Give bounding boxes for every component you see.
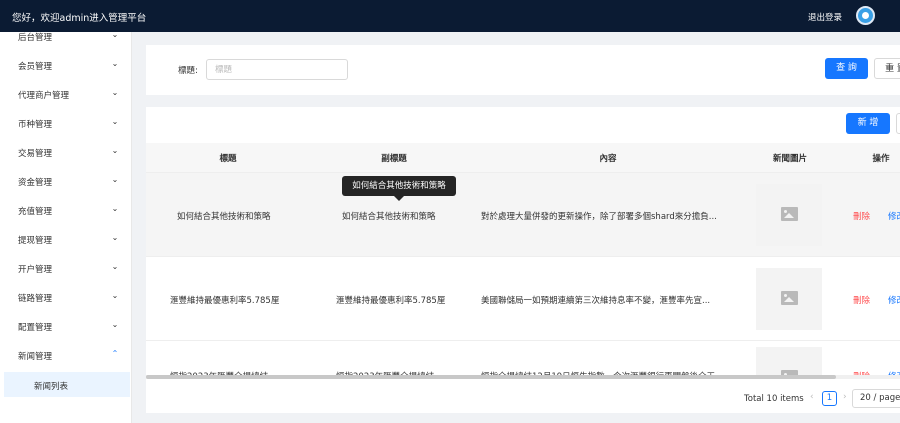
page-size-select[interactable]: 20 / page	[852, 389, 900, 408]
title-tooltip: 如何結合其他技術和策略	[342, 176, 456, 201]
sidebar-item-withdraw[interactable]: 提现管理 ⌄	[0, 225, 131, 254]
title-search-input[interactable]	[206, 59, 348, 80]
sidebar-subitem-news-list[interactable]: 新闻列表	[4, 372, 130, 397]
sidebar-item-label: 充值管理	[18, 207, 53, 217]
welcome-title: 您好，欢迎admin进入管理平台	[12, 13, 147, 24]
news-table-panel: 新 增 標題 副標題 內容 新聞圖片 操作 如何結合其他技術和策略 如何結合其他…	[146, 107, 900, 413]
sidebar-item-label: 代理商户管理	[18, 91, 70, 101]
reset-button[interactable]: 重 置	[874, 58, 900, 79]
cell-title: 滙豐維持最優惠利率5.785厘	[170, 296, 280, 306]
edit-button[interactable]: 修改	[888, 210, 900, 222]
cell-content: 美國聯儲局一如預期連續第三次維持息率不變，滙豐率先宣...	[481, 296, 711, 306]
column-header-content: 內容	[599, 154, 617, 164]
logout-link[interactable]: 退出登录	[808, 11, 842, 23]
chevron-down-icon: ⌄	[111, 204, 119, 213]
chevron-down-icon: ⌄	[111, 32, 119, 39]
column-header-actions: 操作	[872, 154, 890, 164]
image-placeholder-icon	[781, 291, 798, 305]
sidebar-item-label: 链路管理	[18, 294, 53, 304]
sidebar-item-trading[interactable]: 交易管理 ⌄	[0, 138, 131, 167]
user-avatar-icon[interactable]	[856, 6, 875, 25]
horizontal-scrollbar[interactable]	[146, 375, 900, 379]
sidebar-item-account-opening[interactable]: 开户管理 ⌄	[0, 254, 131, 283]
chevron-right-icon[interactable]: ›	[843, 392, 847, 402]
chevron-down-icon: ⌄	[111, 59, 119, 68]
chevron-left-icon[interactable]: ‹	[810, 392, 814, 402]
sidebar-item-links[interactable]: 链路管理 ⌄	[0, 283, 131, 312]
sidebar-item-agents[interactable]: 代理商户管理 ⌄	[0, 80, 131, 109]
delete-button[interactable]: 刪除	[853, 210, 870, 222]
chevron-up-icon: ⌃	[111, 349, 119, 358]
sidebar-item-currency[interactable]: 币种管理 ⌄	[0, 109, 131, 138]
sidebar-item-news[interactable]: 新闻管理 ⌃	[0, 341, 131, 370]
table-header: 標題 副標題 內容 新聞圖片 操作	[146, 143, 900, 173]
search-panel: 標題: 查 詢 重 置	[146, 45, 900, 95]
chevron-down-icon: ⌄	[111, 117, 119, 126]
sidebar: 后台管理 ⌄ 会员管理 ⌄ 代理商户管理 ⌄ 币种管理 ⌄ 交易管理 ⌄ 资金管…	[0, 32, 132, 423]
column-header-image: 新聞圖片	[772, 154, 807, 164]
sidebar-item-label: 提现管理	[18, 236, 53, 246]
table-row[interactable]: 如何結合其他技術和策略 如何結合其他技術和策略 對於處理大量併發的更新操作，除了…	[146, 173, 900, 257]
chevron-down-icon: ⌄	[111, 175, 119, 184]
chevron-down-icon: ⌄	[111, 233, 119, 242]
sidebar-item-label: 开户管理	[18, 265, 53, 275]
news-image[interactable]	[756, 268, 822, 330]
image-placeholder-icon	[781, 207, 798, 221]
pagination-total: Total 10 items	[744, 394, 804, 404]
sidebar-item-label: 交易管理	[18, 149, 53, 159]
cell-content: 對於處理大量併發的更新操作，除了部署多個shard來分擔負...	[481, 212, 717, 222]
sidebar-item-label: 会员管理	[18, 62, 53, 72]
sidebar-item-label: 币种管理	[18, 120, 53, 130]
chevron-down-icon: ⌄	[111, 146, 119, 155]
edit-button[interactable]: 修改	[888, 294, 900, 306]
sidebar-item-label: 配置管理	[18, 323, 53, 333]
column-header-subtitle: 副標題	[381, 154, 407, 164]
news-image[interactable]	[756, 184, 822, 246]
chevron-down-icon: ⌄	[111, 291, 119, 300]
scrollbar-thumb[interactable]	[146, 375, 836, 379]
chevron-down-icon: ⌄	[111, 262, 119, 271]
sidebar-item-label: 新闻管理	[18, 352, 53, 362]
chevron-down-icon: ⌄	[111, 320, 119, 329]
title-search-label: 標題:	[178, 66, 198, 76]
column-header-title: 標題	[219, 154, 237, 164]
add-news-button[interactable]: 新 增	[846, 113, 890, 134]
sidebar-item-config[interactable]: 配置管理 ⌄	[0, 312, 131, 341]
query-button[interactable]: 查 詢	[825, 58, 868, 79]
sidebar-item-label: 资金管理	[18, 178, 53, 188]
sidebar-item-label: 后台管理	[18, 33, 53, 43]
cell-subtitle: 滙豐維持最優惠利率5.785厘	[336, 296, 446, 306]
cell-subtitle: 如何結合其他技術和策略	[342, 212, 436, 222]
sidebar-subitem-label: 新闻列表	[34, 382, 69, 392]
table-row[interactable]: 滙豐維持最優惠利率5.785厘 滙豐維持最優惠利率5.785厘 美國聯儲局一如預…	[146, 257, 900, 341]
sidebar-item-funds[interactable]: 资金管理 ⌄	[0, 167, 131, 196]
sidebar-item-deposit[interactable]: 充值管理 ⌄	[0, 196, 131, 225]
sidebar-item-members[interactable]: 会员管理 ⌄	[0, 51, 131, 80]
chevron-down-icon: ⌄	[111, 88, 119, 97]
sidebar-item-admin[interactable]: 后台管理 ⌄	[0, 32, 131, 51]
pagination-page-1[interactable]: 1	[822, 391, 837, 406]
delete-button[interactable]: 刪除	[853, 294, 870, 306]
cell-title: 如何結合其他技術和策略	[177, 212, 271, 222]
top-bar: 您好，欢迎admin进入管理平台 退出登录	[0, 0, 900, 32]
more-button[interactable]	[896, 113, 900, 134]
